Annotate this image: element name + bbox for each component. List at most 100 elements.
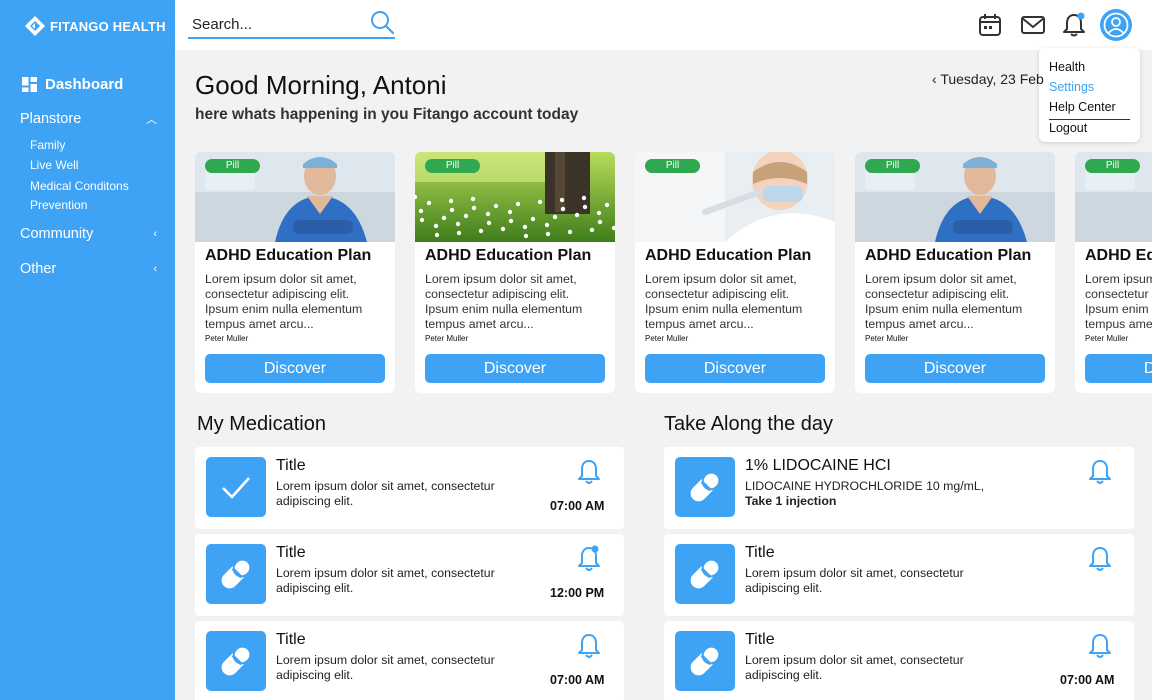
- reminder-bell-button[interactable]: [576, 545, 602, 573]
- medication-description: Lorem ipsum dolor sit amet, consectetur …: [276, 653, 536, 683]
- medication-description-text: Lorem ipsum dolor sit amet, consectetur …: [745, 566, 964, 595]
- chevron-left-icon[interactable]: ‹: [932, 71, 937, 87]
- page-subtitle: here whats happening in you Fitango acco…: [195, 106, 579, 123]
- menu-item-health[interactable]: Health: [1049, 60, 1140, 80]
- sidebar-item-label: Dashboard: [45, 76, 124, 93]
- discover-button[interactable]: Discover: [205, 354, 385, 383]
- fitango-logo-icon: [25, 16, 45, 36]
- card-author: Peter Muller: [865, 334, 909, 343]
- card-author: Peter Muller: [205, 334, 249, 343]
- page-title: Good Morning, Antoni: [195, 70, 447, 100]
- discover-button[interactable]: Discover: [865, 354, 1045, 383]
- medication-time: 07:00 AM: [550, 499, 605, 513]
- mail-icon[interactable]: [1020, 12, 1046, 38]
- medication-item[interactable]: Title Lorem ipsum dolor sit amet, consect…: [195, 447, 624, 529]
- medication-item[interactable]: Title Lorem ipsum dolor sit amet, consect…: [195, 621, 624, 700]
- plan-card[interactable]: Pill ADHD Education Plan Lorem ipsum dolor…: [1075, 152, 1152, 393]
- medication-title: Title: [276, 457, 306, 474]
- medication-time: 07:00 AM: [1060, 673, 1115, 687]
- sidebar-group-label: Community: [20, 226, 94, 242]
- reminder-bell-button[interactable]: [576, 632, 602, 660]
- user-avatar[interactable]: [1100, 9, 1132, 41]
- card-title: ADHD Education Plan: [645, 247, 812, 264]
- current-date: Tuesday, 23 Feb: [940, 71, 1044, 87]
- brand-logo[interactable]: FITANGO HEALTH: [24, 15, 166, 37]
- sidebar: FITANGO HEALTH Dashboard Planstore ︿ Fam…: [0, 0, 175, 700]
- medication-description: Lorem ipsum dolor sit amet, consectetur …: [276, 479, 536, 509]
- take-along-item[interactable]: 1% LIDOCAINE HCI LIDOCAINE HYDROCHLORIDE …: [664, 447, 1134, 529]
- discover-button[interactable]: Discover: [425, 354, 605, 383]
- take-along-item[interactable]: Title Lorem ipsum dolor sit amet, consect…: [664, 621, 1134, 700]
- discover-button[interactable]: Discover: [645, 354, 825, 383]
- search-input[interactable]: [192, 16, 362, 33]
- medication-description-text: Lorem ipsum dolor sit amet, consectetur …: [276, 566, 495, 595]
- card-description: Lorem ipsum dolor sit amet, consectetur …: [865, 272, 1023, 331]
- reminder-bell-icon: [578, 634, 600, 658]
- sidebar-item-medical-conditions[interactable]: Medical Conditons: [30, 179, 129, 193]
- card-description: Lorem ipsum dolor sit amet, consectetur …: [205, 272, 363, 331]
- medication-description-text: Lorem ipsum dolor sit amet, consectetur …: [745, 653, 964, 682]
- sidebar-item-prevention[interactable]: Prevention: [30, 198, 87, 212]
- pill-tag: Pill: [645, 159, 700, 173]
- pill-icon: [690, 558, 721, 589]
- plan-card[interactable]: Pill ADHD Education Plan Lorem ipsum dolor…: [195, 152, 395, 393]
- medication-description-text: LIDOCAINE HYDROCHLORIDE 10 mg/mL,: [745, 479, 985, 493]
- medication-icon-tile: [206, 544, 266, 604]
- reminder-bell-icon: [1089, 547, 1111, 571]
- reminder-bell-button[interactable]: [1087, 458, 1113, 486]
- plan-card[interactable]: Pill ADHD Education Plan Lorem ipsum dolor…: [635, 152, 835, 393]
- menu-item-logout[interactable]: Logout: [1049, 121, 1140, 141]
- take-along-item[interactable]: Title Lorem ipsum dolor sit amet, consect…: [664, 534, 1134, 616]
- search-icon[interactable]: [369, 10, 395, 36]
- sidebar-group-label: Other: [20, 261, 57, 277]
- user-dropdown-menu: Health Settings Help Center Logout: [1039, 48, 1140, 142]
- card-author: Peter Muller: [1085, 334, 1129, 343]
- search-box: [188, 10, 395, 39]
- menu-item-settings[interactable]: Settings: [1049, 80, 1140, 100]
- card-description: Lorem ipsum dolor sit amet, consectetur …: [425, 272, 583, 331]
- reminder-bell-icon: [578, 460, 600, 484]
- chevron-left-icon: ‹: [153, 263, 157, 275]
- chevron-left-icon: ‹: [153, 228, 157, 240]
- reminder-bell-button[interactable]: [576, 458, 602, 486]
- medication-title: Title: [745, 544, 775, 561]
- medication-item[interactable]: Title Lorem ipsum dolor sit amet, consect…: [195, 534, 624, 616]
- menu-item-help-center[interactable]: Help Center: [1049, 100, 1130, 120]
- plan-card[interactable]: Pill ADHD Education Plan Lorem ipsum dolor…: [415, 152, 615, 393]
- card-title: ADHD Education Plan: [865, 247, 1032, 264]
- sidebar-group-other[interactable]: Other ‹: [20, 261, 157, 277]
- reminder-bell-icon: [1089, 460, 1111, 484]
- sidebar-item-family[interactable]: Family: [30, 138, 65, 152]
- discover-button[interactable]: Discover: [1085, 354, 1152, 383]
- plan-card[interactable]: Pill ADHD Education Plan Lorem ipsum dolor…: [855, 152, 1055, 393]
- top-bar: [175, 0, 1152, 50]
- sidebar-group-planstore[interactable]: Planstore ︿: [20, 111, 157, 127]
- date-selector[interactable]: ‹ Tuesday, 23 Feb: [932, 71, 1044, 87]
- sidebar-group-community[interactable]: Community ‹: [20, 226, 157, 242]
- sidebar-item-dashboard[interactable]: Dashboard: [22, 76, 123, 93]
- reminder-bell-icon: [578, 545, 600, 571]
- card-description: Lorem ipsum dolor sit amet, consectetur …: [1085, 272, 1152, 331]
- medication-title: Title: [276, 544, 306, 561]
- notification-bell-icon[interactable]: [1061, 12, 1087, 38]
- pill-tag: Pill: [425, 159, 480, 173]
- medication-icon-tile: [206, 457, 266, 517]
- pill-icon: [221, 645, 252, 676]
- reminder-bell-button[interactable]: [1087, 545, 1113, 573]
- card-author: Peter Muller: [645, 334, 689, 343]
- card-title: ADHD Education Plan: [205, 247, 372, 264]
- medication-time: 12:00 PM: [550, 586, 605, 600]
- brand-name: FITANGO HEALTH: [50, 18, 166, 34]
- reminder-bell-button[interactable]: [1087, 632, 1113, 660]
- pill-icon: [221, 558, 252, 589]
- reminder-bell-icon: [1089, 634, 1111, 658]
- card-description: Lorem ipsum dolor sit amet, consectetur …: [645, 272, 803, 331]
- sidebar-item-live-well[interactable]: Live Well: [30, 158, 78, 172]
- card-title: ADHD Education Plan: [1085, 247, 1152, 264]
- pill-tag: Pill: [865, 159, 920, 173]
- calendar-icon[interactable]: [977, 12, 1003, 38]
- card-author: Peter Muller: [425, 334, 469, 343]
- card-title: ADHD Education Plan: [425, 247, 592, 264]
- medication-title: Title: [276, 631, 306, 648]
- medication-icon-tile: [675, 544, 735, 604]
